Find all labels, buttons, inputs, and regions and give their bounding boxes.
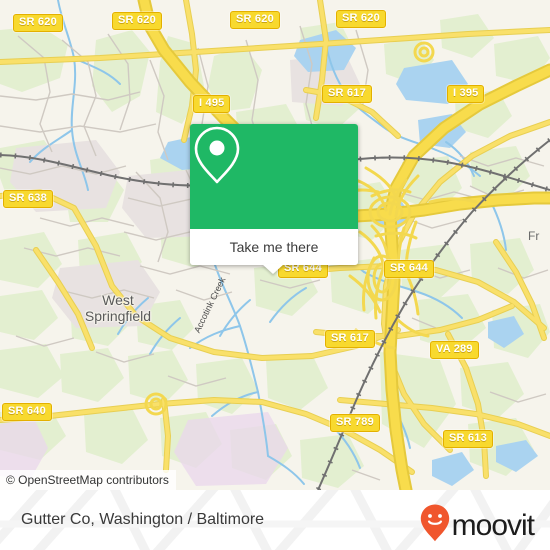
road-shield[interactable]: VA 289 <box>430 341 479 359</box>
road-shield[interactable]: SR 617 <box>322 85 372 103</box>
road-shield[interactable]: SR 613 <box>443 430 493 448</box>
road-shield[interactable]: SR 640 <box>2 403 52 421</box>
road-shield[interactable]: SR 620 <box>13 14 63 32</box>
moovit-wordmark: moovit <box>451 508 535 542</box>
location-popup-card[interactable]: Take me there <box>190 124 358 274</box>
place-label-west-springfield: West Springfield <box>84 292 152 324</box>
moovit-logo[interactable]: moovit <box>420 504 535 547</box>
road-shield[interactable]: I 495 <box>193 95 231 113</box>
road-shield[interactable]: SR 617 <box>325 330 375 348</box>
road-shield[interactable]: SR 638 <box>3 190 53 208</box>
road-shield[interactable]: SR 620 <box>336 10 386 28</box>
take-me-there-label: Take me there <box>229 239 319 255</box>
road-shield[interactable]: SR 644 <box>384 260 434 278</box>
moovit-map-screenshot: West Springfield Fr Accotink Creek SR 62… <box>0 0 550 550</box>
osm-attribution[interactable]: © OpenStreetMap contributors <box>0 470 176 490</box>
popup-header <box>190 124 358 229</box>
take-me-there-button[interactable]: Take me there <box>190 229 358 274</box>
bottom-bar: Gutter Co, Washington / Baltimore moovit <box>0 490 550 550</box>
location-title: Gutter Co, Washington / Baltimore <box>21 511 265 528</box>
road-shield[interactable]: I 395 <box>447 85 485 103</box>
road-shield[interactable]: SR 789 <box>330 414 380 432</box>
map-canvas[interactable]: West Springfield Fr Accotink Creek SR 62… <box>0 0 550 490</box>
moovit-pin-icon <box>420 504 450 547</box>
popup-tail <box>262 264 284 274</box>
place-label-fr: Fr <box>528 229 540 243</box>
road-shield[interactable]: SR 620 <box>230 11 280 29</box>
road-shield[interactable]: SR 620 <box>112 12 162 30</box>
